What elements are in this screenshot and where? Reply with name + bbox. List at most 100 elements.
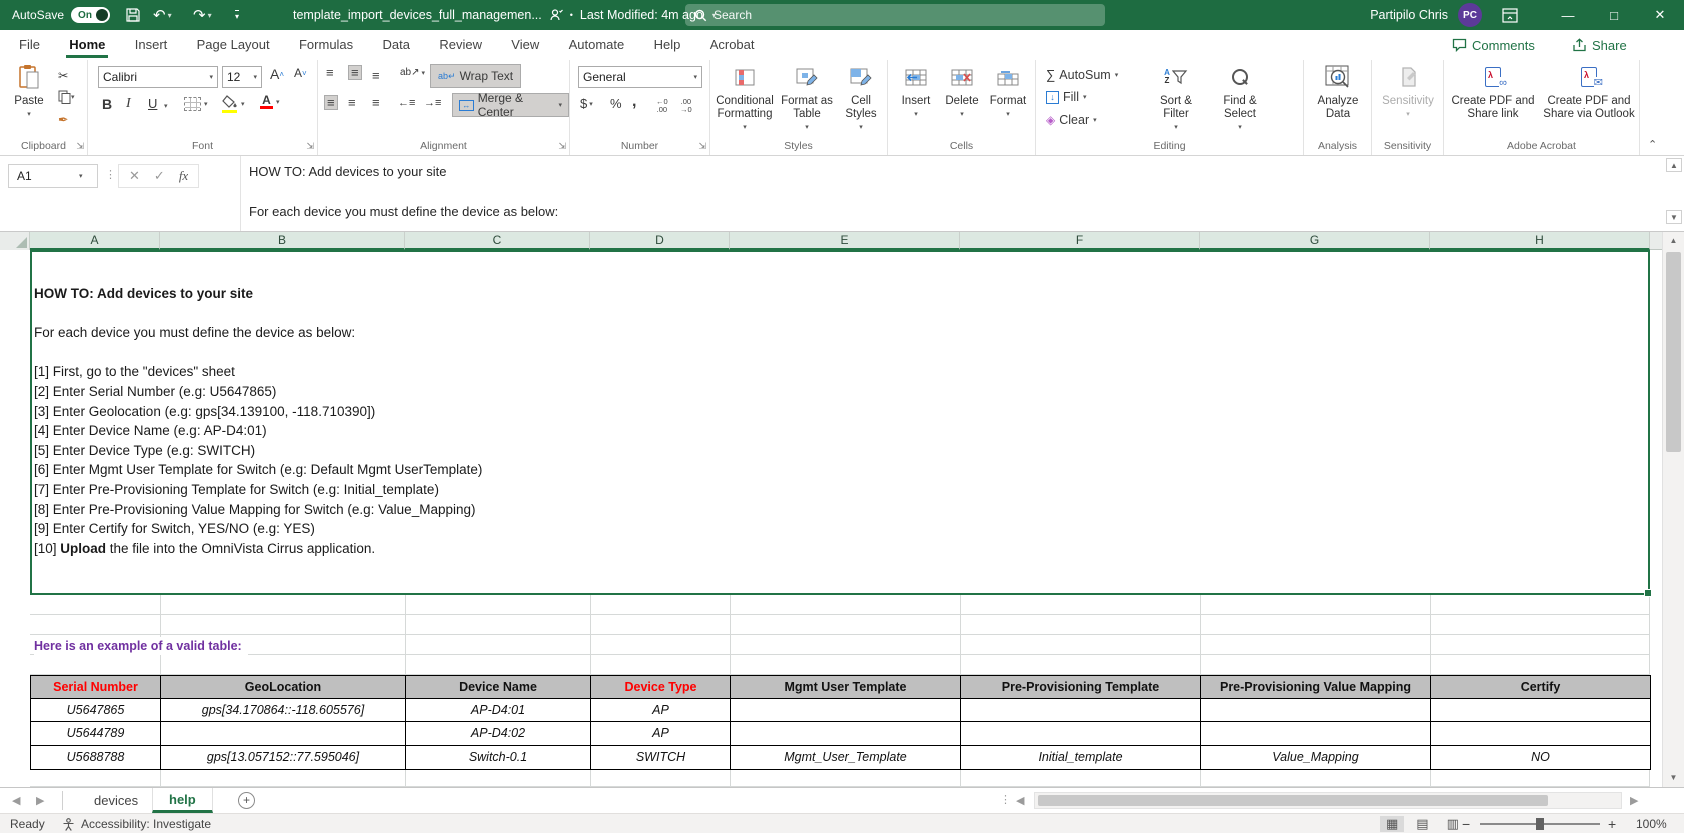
insert-function-icon[interactable]: fx — [179, 168, 188, 184]
tab-insert[interactable]: Insert — [122, 30, 181, 58]
column-header-f[interactable]: F — [960, 232, 1200, 250]
tab-home[interactable]: Home — [56, 30, 118, 58]
scroll-down-icon[interactable]: ▼ — [1663, 769, 1684, 787]
autosum-button[interactable]: ∑ AutoSum ▾ — [1046, 67, 1118, 82]
format-as-table-button[interactable]: Format as Table ▾ — [778, 62, 836, 134]
analyze-data-button[interactable]: Analyze Data — [1309, 62, 1367, 121]
table-cell[interactable] — [161, 722, 406, 746]
comma-style-button[interactable]: , — [632, 93, 636, 111]
fill-color-button[interactable]: ▾ — [222, 95, 245, 113]
currency-button[interactable]: $▾ — [580, 96, 593, 111]
delete-cells-button[interactable]: Delete ▾ — [940, 62, 984, 121]
table-header-cell[interactable]: Device Name — [406, 676, 591, 699]
table-header-cell[interactable]: Device Type — [591, 676, 731, 699]
sheet-tab-devices[interactable]: devices — [78, 788, 155, 813]
align-right-button[interactable]: ≡ — [372, 97, 380, 108]
table-cell[interactable] — [961, 699, 1201, 722]
tab-view[interactable]: View — [498, 30, 552, 58]
merged-instruction-cell[interactable]: HOW TO: Add devices to your site For eac… — [30, 250, 1650, 595]
clear-button[interactable]: ◈ Clear ▾ — [1046, 113, 1097, 127]
sheet-nav-right-icon[interactable]: ▶ — [36, 788, 44, 813]
search-box[interactable] — [685, 4, 1105, 26]
zoom-out-button[interactable]: − — [1462, 814, 1470, 833]
table-cell[interactable]: gps[34.170864::-118.605576] — [161, 699, 406, 722]
column-header-c[interactable]: C — [405, 232, 590, 250]
number-dialog-launcher-icon[interactable]: ⇲ — [698, 141, 706, 152]
align-middle-button[interactable]: ≡ — [348, 65, 362, 80]
sensitivity-button[interactable]: Sensitivity ▾ — [1376, 62, 1440, 121]
table-header-cell[interactable]: Pre-Provisioning Template — [961, 676, 1201, 699]
zoom-slider[interactable] — [1480, 814, 1600, 833]
autosave-control[interactable]: AutoSave On — [12, 0, 110, 30]
vertical-scrollbar[interactable]: ▲ ▼ — [1662, 232, 1684, 787]
increase-decimal-button[interactable]: ←0.00 — [656, 98, 668, 114]
add-sheet-button[interactable]: + — [238, 792, 255, 809]
column-header-d[interactable]: D — [590, 232, 730, 250]
example-caption[interactable]: Here is an example of a valid table: — [34, 637, 248, 655]
align-center-button[interactable]: ≡ — [348, 97, 356, 108]
clipboard-dialog-launcher-icon[interactable]: ⇲ — [76, 141, 84, 152]
tab-data[interactable]: Data — [370, 30, 423, 58]
zoom-level[interactable]: 100% — [1636, 814, 1667, 833]
font-dialog-launcher-icon[interactable]: ⇲ — [306, 141, 314, 152]
orientation-button[interactable]: ab↗▾ — [400, 67, 425, 78]
minimize-button[interactable]: — — [1545, 0, 1591, 30]
decrease-indent-button[interactable]: ←≡ — [398, 97, 415, 109]
grid-row-10[interactable] — [30, 769, 1650, 787]
column-header-h[interactable]: H — [1430, 232, 1650, 250]
zoom-slider-thumb[interactable] — [1536, 818, 1544, 830]
format-painter-button[interactable]: ✒ — [58, 112, 68, 127]
table-header-cell[interactable]: Mgmt User Template — [731, 676, 961, 699]
bold-button[interactable]: B — [102, 96, 112, 112]
select-all-corner[interactable] — [0, 232, 30, 250]
table-cell[interactable]: Value_Mapping — [1201, 746, 1431, 770]
hscroll-right-icon[interactable]: ▶ — [1630, 788, 1638, 813]
font-size-select[interactable]: 12▾ — [222, 66, 262, 88]
column-header-g[interactable]: G — [1200, 232, 1430, 250]
cell-styles-button[interactable]: Cell Styles ▾ — [838, 62, 884, 134]
hscroll-left-icon[interactable]: ◀ — [1016, 788, 1024, 813]
tab-page-layout[interactable]: Page Layout — [184, 30, 283, 58]
enter-icon[interactable]: ✓ — [154, 168, 165, 184]
formula-scroll-up-icon[interactable]: ▲ — [1666, 158, 1682, 172]
table-cell[interactable] — [1431, 699, 1651, 722]
redo-button[interactable]: ↷▾ — [193, 0, 212, 30]
zoom-in-button[interactable]: + — [1608, 814, 1616, 833]
quick-access-customize-button[interactable]: ▾ — [235, 0, 239, 30]
alignment-dialog-launcher-icon[interactable]: ⇲ — [558, 141, 566, 152]
column-header-b[interactable]: B — [160, 232, 405, 250]
font-color-button[interactable]: A ▾ — [260, 95, 280, 109]
table-cell[interactable] — [1201, 722, 1431, 746]
horizontal-scrollbar[interactable] — [1034, 792, 1622, 809]
table-cell[interactable]: Mgmt_User_Template — [731, 746, 961, 770]
tab-help[interactable]: Help — [641, 30, 694, 58]
number-format-select[interactable]: General▾ — [578, 66, 702, 88]
table-cell[interactable] — [1201, 699, 1431, 722]
scroll-up-icon[interactable]: ▲ — [1663, 232, 1684, 250]
tabbar-splitter[interactable]: ⋮ — [1000, 793, 1011, 806]
table-header-cell[interactable]: Certify — [1431, 676, 1651, 699]
find-select-button[interactable]: Find & Select ▾ — [1212, 62, 1268, 134]
table-cell[interactable]: AP-D4:02 — [406, 722, 591, 746]
share-button[interactable]: Share — [1572, 33, 1627, 57]
horizontal-scrollbar-thumb[interactable] — [1038, 795, 1548, 806]
increase-indent-button[interactable]: →≡ — [424, 97, 441, 109]
document-title[interactable]: template_import_devices_full_managemen..… — [293, 0, 716, 30]
tab-acrobat[interactable]: Acrobat — [697, 30, 768, 58]
wrap-text-button[interactable]: ab↵ Wrap Text — [430, 64, 521, 88]
align-top-button[interactable]: ≡ — [326, 67, 334, 78]
table-cell[interactable] — [961, 722, 1201, 746]
align-bottom-button[interactable]: ≡ — [372, 70, 380, 81]
grid-row-2[interactable] — [30, 595, 1650, 615]
font-name-select[interactable]: Calibri▾ — [98, 66, 218, 88]
column-header-a[interactable]: A — [30, 232, 160, 250]
copy-button[interactable]: ▾ — [58, 90, 75, 104]
formula-bar-splitter[interactable]: ⋮ — [105, 168, 116, 181]
user-menu[interactable]: PC — [1458, 0, 1482, 30]
paste-button[interactable]: Paste ▾ — [6, 62, 52, 121]
tab-automate[interactable]: Automate — [556, 30, 638, 58]
table-cell[interactable]: Initial_template — [961, 746, 1201, 770]
autosave-toggle[interactable]: On — [71, 7, 110, 23]
percent-button[interactable]: % — [610, 96, 622, 111]
cut-button[interactable]: ✂ — [58, 68, 68, 83]
